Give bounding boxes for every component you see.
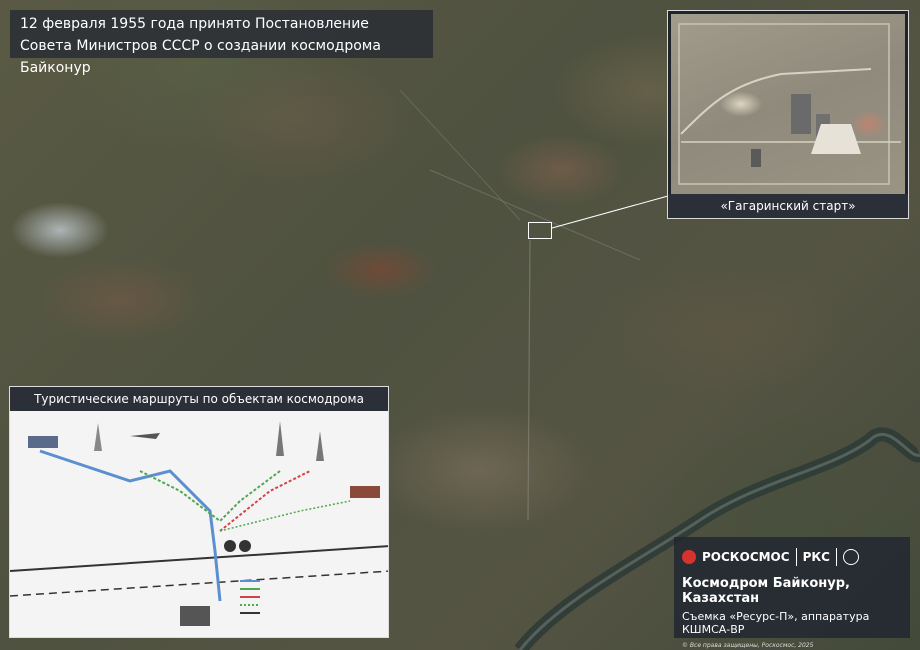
rocket-icon bbox=[276, 421, 284, 456]
roscosmos-logo-icon bbox=[682, 550, 696, 564]
aircraft-icon bbox=[130, 433, 160, 439]
branding-panel: РОСКОСМОС РКС Космодром Байконур, Казахс… bbox=[674, 537, 910, 649]
antenna-icon bbox=[224, 540, 236, 552]
rks-logo-text: РКС bbox=[802, 550, 830, 564]
logo-divider bbox=[795, 548, 797, 566]
logo-divider bbox=[836, 548, 837, 566]
antenna-icon bbox=[239, 540, 251, 552]
tourist-routes-map: Туристические маршруты по объектам космо… bbox=[9, 386, 389, 638]
title-line-2: Совета Министров СССР о создании космодр… bbox=[20, 38, 381, 76]
routes-diagram bbox=[10, 421, 388, 626]
title-box: 12 февраля 1955 года принято Постановлен… bbox=[10, 10, 433, 76]
building-icon bbox=[28, 436, 58, 448]
copyright: © Все права защищены, Роскосмос, 2025 bbox=[682, 642, 814, 649]
roscosmos-logo-text: РОСКОСМОС bbox=[702, 550, 790, 564]
routes-heading: Туристические маршруты по объектам космо… bbox=[10, 387, 388, 411]
inset-layout bbox=[678, 23, 901, 185]
gagarin-start-inset: «Гагаринский старт» bbox=[667, 10, 909, 219]
routes-legend bbox=[240, 580, 260, 614]
emblem-icon bbox=[843, 549, 859, 565]
rocket-icon bbox=[316, 431, 324, 461]
rocket-icon bbox=[94, 423, 102, 451]
title-line-1: 12 февраля 1955 года принято Постановлен… bbox=[20, 16, 369, 32]
logos-row: РОСКОСМОС РКС bbox=[682, 545, 902, 569]
gagarin-start-marker bbox=[528, 222, 552, 239]
building-icon bbox=[350, 486, 380, 498]
image-credit: Съемка «Ресурс-П», аппаратура КШМСА-ВР bbox=[682, 610, 870, 636]
building-icon bbox=[180, 606, 210, 626]
location-title: Космодром Байконур, Казахстан bbox=[682, 576, 850, 606]
inset-satellite-image bbox=[671, 14, 905, 194]
inset-caption: «Гагаринский старт» bbox=[668, 194, 908, 218]
